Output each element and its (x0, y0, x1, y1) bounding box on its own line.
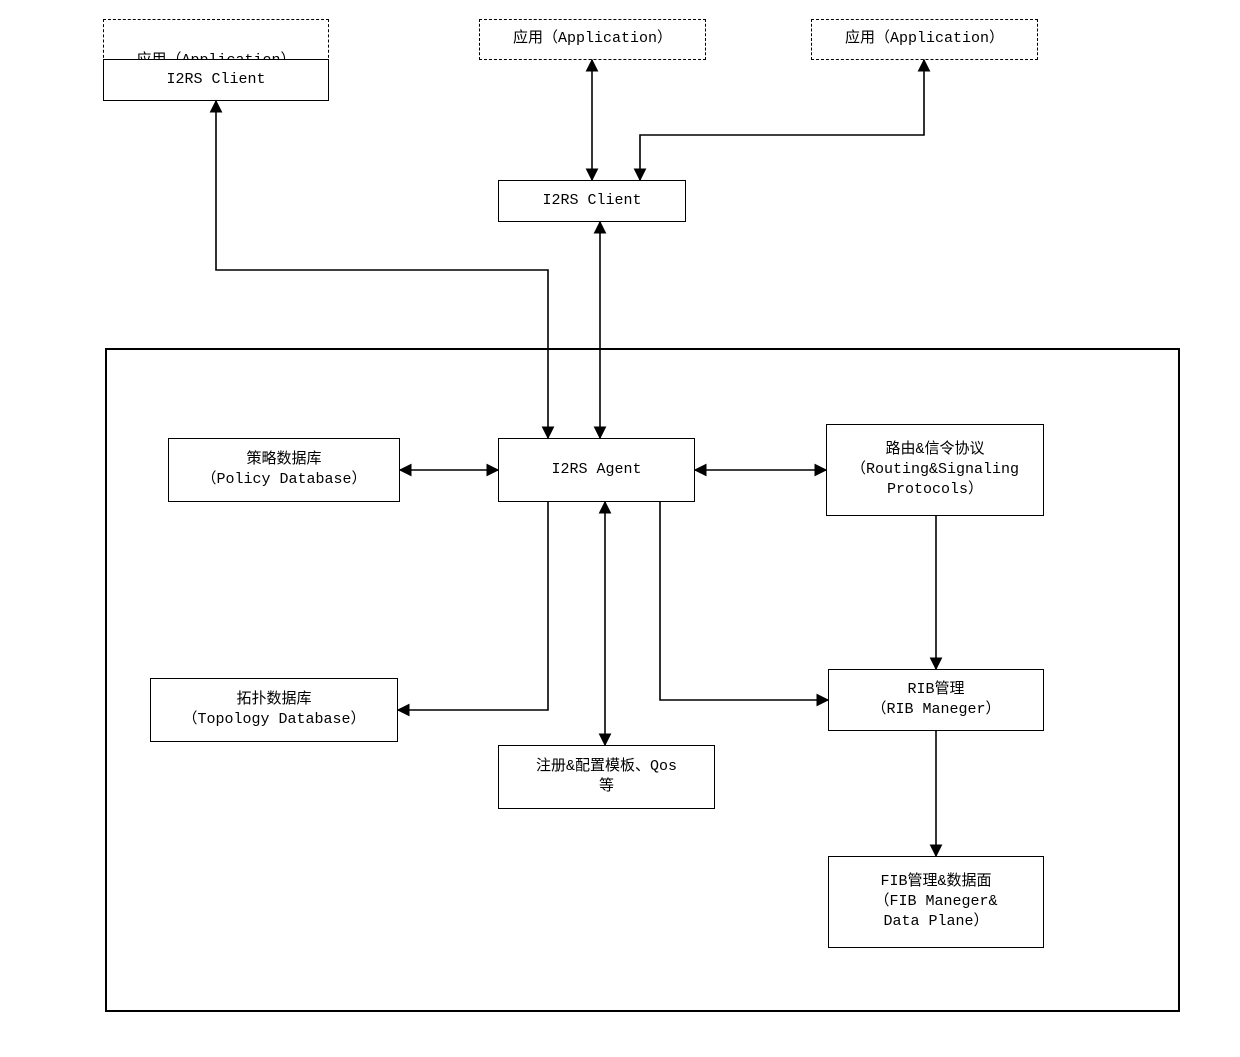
app2-box: 应用（Application） (479, 19, 706, 60)
routing-line1: 路由&信令协议 (885, 440, 984, 460)
app1-client-box: I2RS Client (103, 59, 329, 101)
edge-app3-client (640, 60, 924, 180)
templates-line2: 等 (599, 777, 614, 797)
app3-text: 应用（Application） (845, 29, 1004, 49)
rib-box: RIB管理 （RIB Maneger） (828, 669, 1044, 731)
policy-db-line2: （Policy Database） (201, 470, 366, 490)
templates-box: 注册&配置模板、Qos 等 (498, 745, 715, 809)
policy-db-line1: 策略数据库 (246, 450, 321, 470)
routing-line2: （Routing&Signaling (851, 460, 1019, 480)
diagram-canvas: 应用（Application） I2RS Client 应用（Applicati… (0, 0, 1240, 1057)
topology-line2: （Topology Database） (182, 710, 365, 730)
rib-line1: RIB管理 (907, 680, 964, 700)
policy-db-box: 策略数据库 （Policy Database） (168, 438, 400, 502)
i2rs-client-text: I2RS Client (542, 191, 641, 211)
app1-client-text: I2RS Client (166, 70, 265, 90)
rib-line2: （RIB Maneger） (871, 700, 1000, 720)
fib-line1: FIB管理&数据面 (880, 872, 991, 892)
fib-box: FIB管理&数据面 （FIB Maneger& Data Plane） (828, 856, 1044, 948)
fib-line3: Data Plane） (883, 912, 988, 932)
i2rs-agent-text: I2RS Agent (551, 460, 641, 480)
routing-box: 路由&信令协议 （Routing&Signaling Protocols） (826, 424, 1044, 516)
app3-box: 应用（Application） (811, 19, 1038, 60)
fib-line2: （FIB Maneger& (874, 892, 997, 912)
i2rs-client-box: I2RS Client (498, 180, 686, 222)
routing-line3: Protocols） (887, 480, 983, 500)
templates-line1: 注册&配置模板、Qos (536, 757, 677, 777)
topology-db-box: 拓扑数据库 （Topology Database） (150, 678, 398, 742)
app2-text: 应用（Application） (513, 29, 672, 49)
i2rs-agent-box: I2RS Agent (498, 438, 695, 502)
topology-line1: 拓扑数据库 (236, 690, 311, 710)
